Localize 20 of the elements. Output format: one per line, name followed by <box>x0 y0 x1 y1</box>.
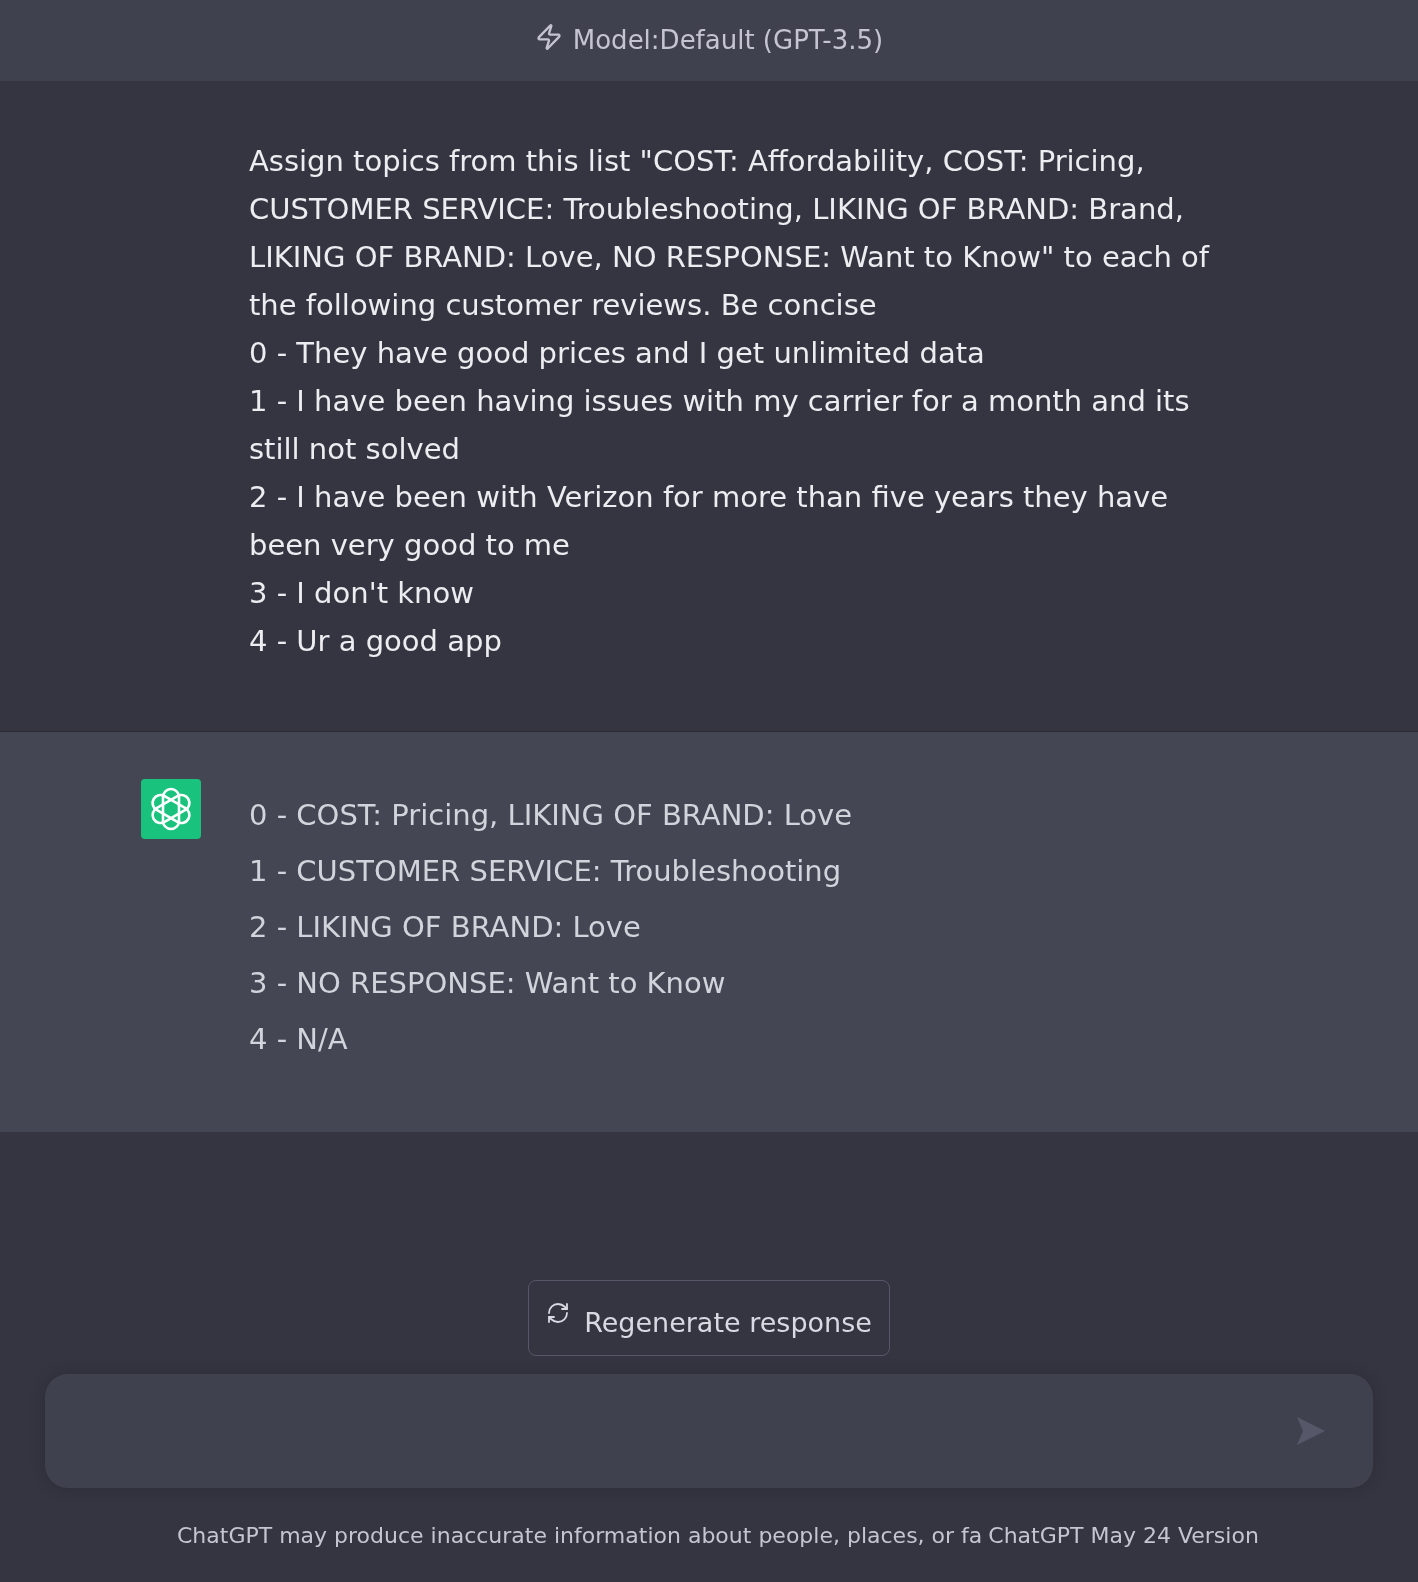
prompt-text: 4 - Ur a good app <box>249 623 503 660</box>
lightning-icon <box>534 22 563 51</box>
response-text: 3 - NO RESPONSE: Want to Know <box>249 965 727 1002</box>
response-text: 2 - LIKING OF BRAND: Love <box>249 909 642 946</box>
model-label: Model:Default (GPT-3.5) <box>572 24 884 57</box>
response-text: 4 - N/A <box>249 1021 349 1058</box>
knot-logo-icon <box>141 779 201 839</box>
prompt-text: Assign topics from this list "COST: Affordability, COST: Pricing, CUSTOMER SERVICE: Troubleshooting, LIKING OF BRAND: Brand, LIKING OF BRAND: Love, NO RESPONSE: Want to Know" to each of the following customer reviews. Be concise <box>249 143 1211 324</box>
message-input[interactable] <box>44 1373 1374 1489</box>
prompt-text: 2 - I have been with Verizon for more than five years they have been very good to me <box>249 479 1170 564</box>
refresh-icon <box>546 1301 571 1325</box>
response-text: 1 - CUSTOMER SERVICE: Troubleshooting <box>249 853 843 890</box>
prompt-text: 1 - I have been having issues with my carrier for a month and its still not solved <box>249 383 1191 468</box>
send-icon <box>1295 1415 1327 1447</box>
prompt-text: 3 - I don't know <box>249 575 475 612</box>
disclaimer-text: ChatGPT may produce inaccurate information about people, places, or fa <box>177 1522 983 1550</box>
response-text: 0 - COST: Pricing, LIKING OF BRAND: Love <box>249 797 853 834</box>
regenerate-button[interactable]: Regenerate response <box>528 1280 890 1356</box>
version-text: ChatGPT May 24 Version <box>988 1522 1259 1550</box>
prompt-text: 0 - They have good prices and I get unlimited data <box>249 335 986 372</box>
